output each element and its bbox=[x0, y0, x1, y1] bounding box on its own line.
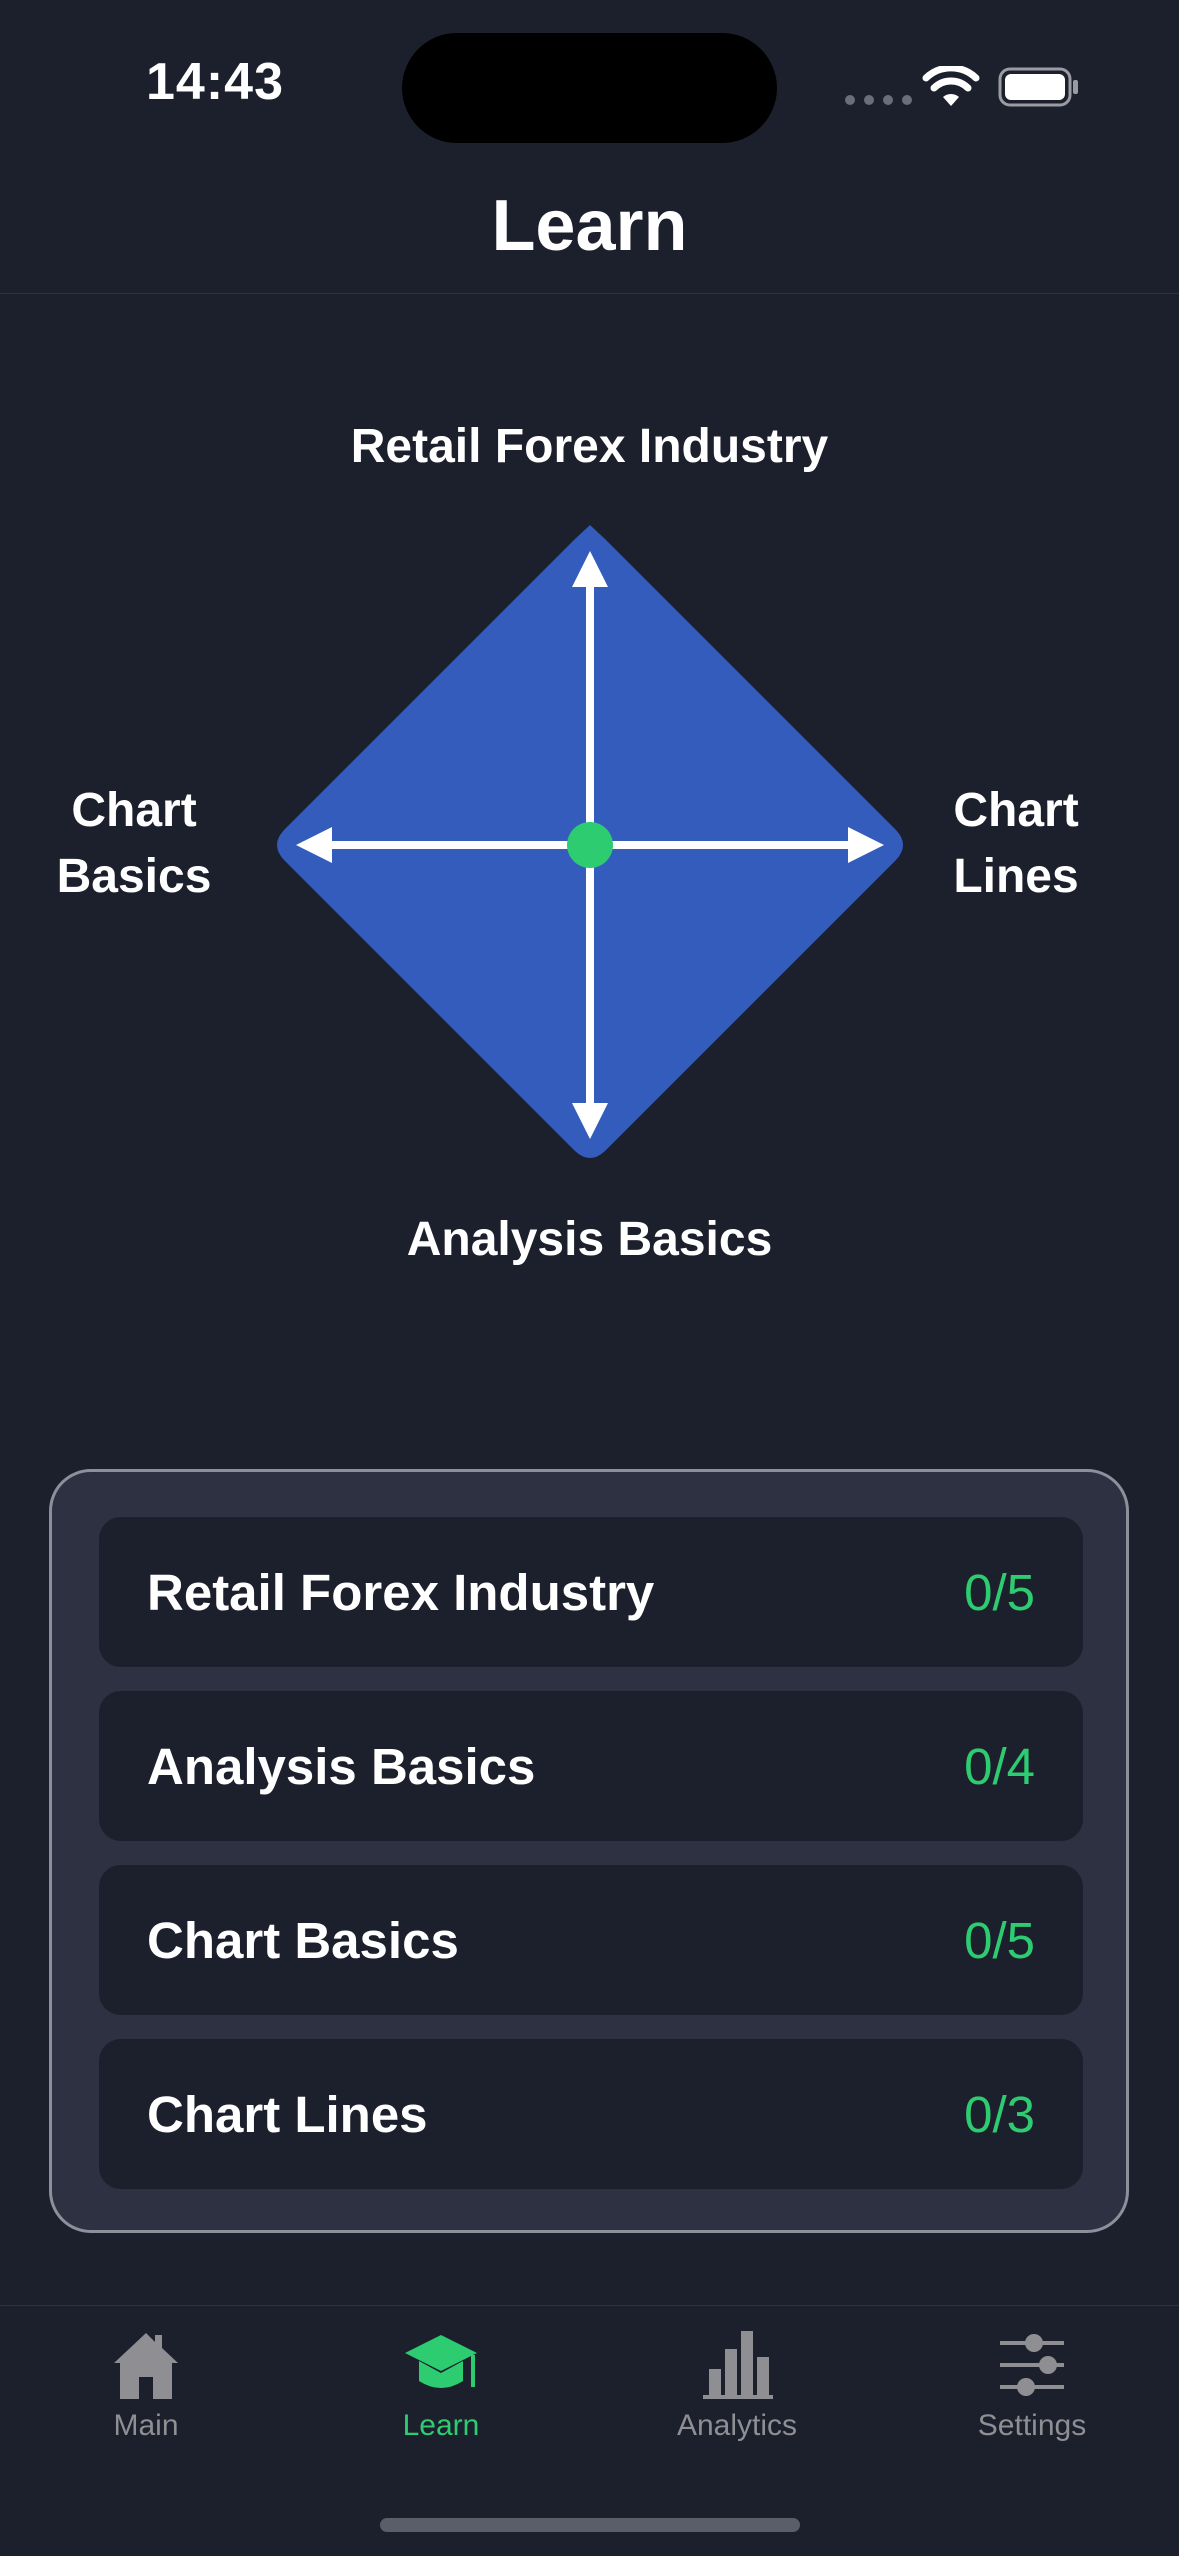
diagram-label-right-text: Chart Lines bbox=[953, 784, 1079, 903]
tab-settings[interactable]: Settings bbox=[922, 2320, 1142, 2460]
house-icon bbox=[114, 2333, 178, 2399]
topic-row-analysis-basics[interactable]: Analysis Basics 0/4 bbox=[99, 1691, 1083, 1841]
topic-name: Retail Forex Industry bbox=[147, 1563, 655, 1621]
graduation-cap-icon bbox=[405, 2335, 477, 2388]
tab-label: Settings bbox=[977, 2409, 1087, 2442]
topic-progress: 0/3 bbox=[964, 2085, 1035, 2143]
home-indicator bbox=[380, 2518, 800, 2532]
diagram-label-top: Retail Forex Industry bbox=[350, 420, 829, 473]
nav-divider bbox=[0, 293, 1179, 294]
wifi-icon bbox=[922, 66, 980, 106]
topic-row-chart-basics[interactable]: Chart Basics 0/5 bbox=[99, 1865, 1083, 2015]
diagram-label-left: Chart Basics bbox=[34, 778, 234, 910]
topics-card: Retail Forex Industry 0/5 Analysis Basic… bbox=[49, 1469, 1129, 2233]
topic-row-retail-forex-industry[interactable]: Retail Forex Industry 0/5 bbox=[99, 1517, 1083, 1667]
cellular-signal-icon bbox=[845, 95, 912, 105]
diagram-label-left-text: Chart Basics bbox=[56, 784, 212, 903]
topic-progress: 0/5 bbox=[964, 1563, 1035, 1621]
tab-label: Learn bbox=[402, 2409, 480, 2442]
topic-diamond-diagram bbox=[277, 525, 903, 1158]
topic-progress: 0/4 bbox=[964, 1737, 1035, 1795]
status-time: 14:43 bbox=[146, 53, 284, 111]
sliders-icon bbox=[1000, 2334, 1064, 2396]
tab-main[interactable]: Main bbox=[36, 2320, 256, 2460]
topic-progress: 0/5 bbox=[964, 1911, 1035, 1969]
topic-name: Chart Basics bbox=[147, 1911, 459, 1969]
tab-label: Main bbox=[113, 2409, 179, 2442]
diagram-label-bottom: Analysis Basics bbox=[406, 1213, 773, 1266]
battery-icon bbox=[998, 67, 1078, 107]
bar-chart-icon bbox=[703, 2331, 773, 2399]
page-title: Learn bbox=[491, 186, 688, 266]
dynamic-island bbox=[402, 33, 777, 143]
topic-name: Chart Lines bbox=[147, 2085, 428, 2143]
diagram-label-right: Chart Lines bbox=[916, 778, 1116, 910]
tab-analytics[interactable]: Analytics bbox=[627, 2320, 847, 2460]
tab-learn[interactable]: Learn bbox=[331, 2320, 551, 2460]
learn-screen: 14:43 Learn Retail Forex Industry Analys… bbox=[0, 0, 1179, 2556]
progress-center-dot bbox=[567, 822, 613, 868]
tab-bar-divider bbox=[0, 2305, 1179, 2306]
topic-row-chart-lines[interactable]: Chart Lines 0/3 bbox=[99, 2039, 1083, 2189]
tab-label: Analytics bbox=[676, 2409, 798, 2442]
topic-name: Analysis Basics bbox=[147, 1737, 536, 1795]
